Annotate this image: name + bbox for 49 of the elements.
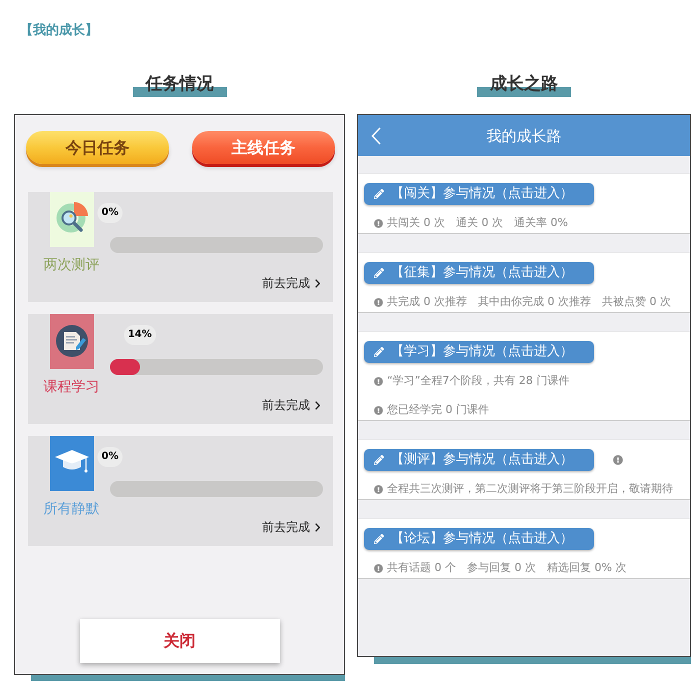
task-tab-button[interactable]: 主线任务 <box>192 131 335 164</box>
info-text: “学习”全程7个阶段，共有 28 门课件 <box>387 374 570 388</box>
percent-badge: 14% <box>124 325 156 345</box>
go-complete-link[interactable]: 前去完成 <box>262 398 320 412</box>
task-label: 所有静默 <box>44 500 100 518</box>
go-complete-link[interactable]: 前去完成 <box>262 276 320 290</box>
graduation-cap-icon <box>50 436 94 491</box>
info-text: 参与回复 0 次 <box>467 561 536 575</box>
info-text: 通关 0 次 <box>456 216 503 230</box>
close-button[interactable]: 关闭 <box>80 619 280 663</box>
alert-icon <box>374 218 383 228</box>
info-text: 您已经学完 0 门课件 <box>387 403 489 417</box>
section-button[interactable]: 【征集】参与情况（点击进入） <box>364 262 594 284</box>
percent-badge: 0% <box>98 447 122 467</box>
section-button[interactable]: 【闯关】参与情况（点击进入） <box>364 183 594 205</box>
task-label: 课程学习 <box>44 378 100 396</box>
info-text: 共闯关 0 次 <box>387 216 445 230</box>
chevron-right-icon <box>315 400 320 410</box>
task-tab-button[interactable]: 今日任务 <box>26 131 169 164</box>
info-text: 精选回复 0% 次 <box>547 561 626 575</box>
info-text: 共被点赞 0 次 <box>602 295 671 309</box>
chevron-right-icon <box>315 522 320 532</box>
pencil-icon <box>374 347 384 357</box>
alert-icon <box>374 406 383 414</box>
chart-magnifier-icon <box>50 192 94 247</box>
back-icon[interactable] <box>371 126 381 144</box>
info-text: 全程共三次测评，第二次测评将于第三阶段开启，敬请期待 <box>387 482 673 496</box>
percent-badge: 0% <box>98 203 122 223</box>
alert-icon <box>374 298 383 306</box>
chevron-right-icon <box>315 278 320 288</box>
task-label: 两次测评 <box>44 256 100 274</box>
section-button[interactable]: 【测评】参与情况（点击进入） <box>364 449 594 471</box>
alert-icon <box>374 564 383 572</box>
alert-icon <box>374 484 383 494</box>
section-button[interactable]: 【论坛】参与情况（点击进入） <box>364 528 594 550</box>
screen-title: 我的成长路 <box>486 126 562 146</box>
info-text: 共有话题 0 个 <box>387 561 456 575</box>
pencil-icon <box>374 534 384 544</box>
info-text: 共完成 0 次推荐 <box>387 295 467 309</box>
info-text: 通关率 0% <box>514 216 568 230</box>
info-text: 其中由你完成 0 次推荐 <box>478 295 591 309</box>
pencil-icon <box>374 455 384 465</box>
pencil-icon <box>374 268 384 278</box>
section-button[interactable]: 【学习】参与情况（点击进入） <box>364 341 594 363</box>
go-complete-link[interactable]: 前去完成 <box>262 520 320 534</box>
pencil-icon <box>374 189 384 199</box>
document-pen-icon <box>50 314 94 369</box>
page-title: 【我的成长】 <box>20 22 98 40</box>
alert-icon <box>374 376 383 386</box>
